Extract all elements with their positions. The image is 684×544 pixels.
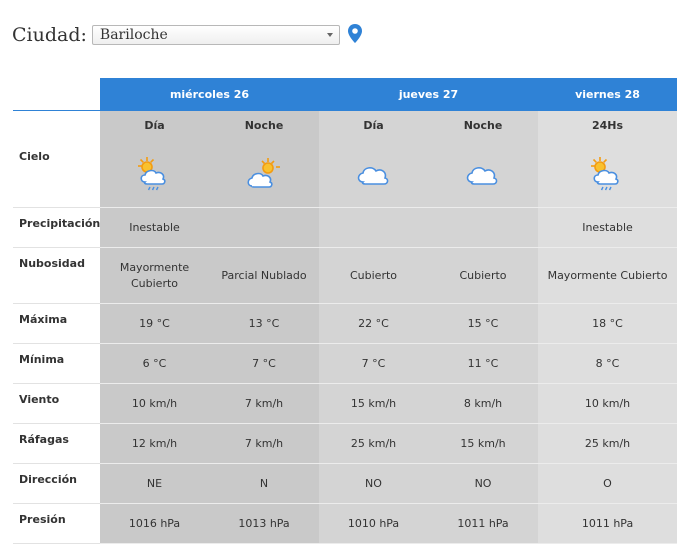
table-cell: 15 km/h: [428, 423, 539, 464]
table-cell: 18 °C: [538, 303, 678, 344]
table-cell: 8 °C: [538, 343, 678, 384]
table-cell: 1010 hPa: [319, 503, 428, 544]
table-cell: Cubierto: [428, 247, 539, 304]
table-row: Mínima 6 °C 7 °C 7 °C 11 °C 8 °C: [13, 343, 683, 384]
table-cell: 7 °C: [319, 343, 428, 384]
row-label: Máxima: [13, 303, 100, 344]
period-header-row: Día Noche Día Noche 24Hs: [13, 110, 683, 141]
table-cell: Parcial Nublado: [209, 247, 319, 304]
table-cell: 15 °C: [428, 303, 539, 344]
day-header: jueves 27: [319, 78, 539, 111]
table-cell: 8 km/h: [428, 383, 539, 424]
table-cell: O: [538, 463, 678, 504]
sun-cloud-rain-icon: [137, 157, 166, 191]
period-header: Día: [100, 110, 209, 141]
table-cell: [428, 207, 539, 248]
table-row: Cielo: [13, 141, 683, 208]
row-label: Dirección: [13, 463, 100, 504]
table-cell: 13 °C: [209, 303, 319, 344]
table-row: Máxima 19 °C 13 °C 22 °C 15 °C 18 °C: [13, 303, 683, 344]
sun-cloud-rain-icon: [590, 157, 619, 191]
table-cell: 10 km/h: [100, 383, 209, 424]
table-cell: NO: [319, 463, 428, 504]
row-label: Mínima: [13, 343, 100, 384]
row-label: Ráfagas: [13, 423, 100, 464]
table-cell: [209, 207, 319, 248]
table-cell: 7 km/h: [209, 383, 319, 424]
table-cell: 22 °C: [319, 303, 428, 344]
table-row: Nubosidad Mayormente Cubierto Parcial Nu…: [13, 247, 683, 304]
row-label: Viento: [13, 383, 100, 424]
cloud-icon: [466, 167, 498, 185]
table-cell: 11 °C: [428, 343, 539, 384]
row-label: Precipitación: [13, 207, 100, 248]
table-cell: NE: [100, 463, 209, 504]
table-cell: Cubierto: [319, 247, 428, 304]
day-header-row: miércoles 26 jueves 27 viernes 28: [13, 78, 683, 111]
table-cell: 25 km/h: [538, 423, 678, 464]
location-pin-icon[interactable]: [347, 23, 362, 43]
table-cell: NO: [428, 463, 539, 504]
table-row: Dirección NE N NO NO O: [13, 463, 683, 504]
table-cell: 19 °C: [100, 303, 209, 344]
table-cell: [319, 207, 428, 248]
table-row: Viento 10 km/h 7 km/h 15 km/h 8 km/h 10 …: [13, 383, 683, 424]
table-cell: N: [209, 463, 319, 504]
table-row: Presión 1016 hPa 1013 hPa 1010 hPa 1011 …: [13, 503, 683, 544]
table-cell: 1013 hPa: [209, 503, 319, 544]
period-header: 24Hs: [538, 110, 678, 141]
row-label: Presión: [13, 503, 100, 544]
period-header: Noche: [428, 110, 539, 141]
table-row: Ráfagas 12 km/h 7 km/h 25 km/h 15 km/h 2…: [13, 423, 683, 464]
table-cell: Mayormente Cubierto: [538, 247, 678, 304]
table-cell: Inestable: [538, 207, 678, 248]
table-cell: 25 km/h: [319, 423, 428, 464]
row-label: Nubosidad: [13, 247, 100, 304]
table-cell: 1011 hPa: [428, 503, 539, 544]
day-header-blank: [13, 78, 100, 111]
table-cell: 10 km/h: [538, 383, 678, 424]
forecast-table: miércoles 26 jueves 27 viernes 28 Día No…: [13, 78, 683, 544]
row-label: Cielo: [13, 141, 100, 208]
day-header: viernes 28: [538, 78, 678, 111]
sun-cloud-icon: [247, 158, 280, 188]
chevron-down-icon: [326, 33, 333, 37]
city-dropdown[interactable]: Bariloche: [91, 25, 340, 45]
table-cell: Mayormente Cubierto: [100, 247, 209, 304]
table-cell: 1016 hPa: [100, 503, 209, 544]
table-row: Precipitación Inestable Inestable: [13, 207, 683, 248]
period-header: Día: [319, 110, 428, 141]
city-selector: Ciudad: Bariloche: [12, 22, 362, 48]
table-cell: 15 km/h: [319, 383, 428, 424]
period-header: Noche: [209, 110, 319, 141]
table-cell: 7 °C: [209, 343, 319, 384]
table-cell: 12 km/h: [100, 423, 209, 464]
day-header: miércoles 26: [100, 78, 319, 111]
table-cell: 1011 hPa: [538, 503, 678, 544]
table-cell: 7 km/h: [209, 423, 319, 464]
table-cell: 6 °C: [100, 343, 209, 384]
cloud-icon: [357, 167, 388, 185]
table-cell: Inestable: [100, 207, 209, 248]
city-label: Ciudad:: [12, 24, 87, 46]
city-dropdown-value: Bariloche: [99, 27, 168, 43]
